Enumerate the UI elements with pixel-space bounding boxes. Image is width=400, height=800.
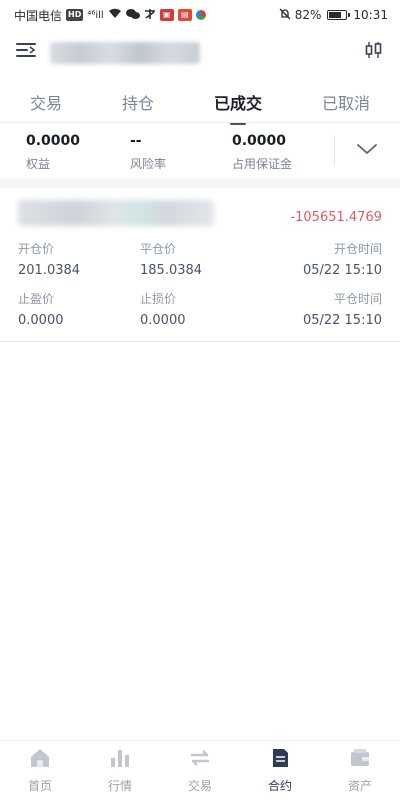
colorful-app-icon xyxy=(195,10,206,20)
nav-home-label: 首页 xyxy=(27,779,52,793)
open-price-label: 开仓价 xyxy=(18,242,55,256)
order-pnl: -105651.4769 xyxy=(290,210,382,225)
app-screen: 中国电信 HD ⁴⁶ill ▣ ▤ 82% 10:31 交易 持仓 已成交 已取… xyxy=(0,0,400,800)
close-price-value: 185.0384 xyxy=(140,263,203,278)
stop-loss-field: 止损价 0.0000 xyxy=(140,290,186,328)
tab-positions[interactable]: 持仓 xyxy=(118,84,158,120)
take-profit-value: 0.0000 xyxy=(18,313,64,328)
equity-label: 权益 xyxy=(26,157,51,171)
equity-value: 0.0000 xyxy=(26,133,81,149)
open-time-field: 开仓时间 05/22 15:10 xyxy=(303,240,382,278)
take-profit-field: 止盈价 0.0000 xyxy=(18,290,64,328)
contract-title-redacted xyxy=(50,42,200,64)
clock-time: 10:31 xyxy=(353,8,388,22)
hd-badge: HD xyxy=(66,9,84,21)
stop-loss-value: 0.0000 xyxy=(140,313,186,328)
margin-used-label: 占用保证金 xyxy=(232,157,293,171)
open-time-value: 05/22 15:10 xyxy=(302,263,382,278)
close-time-value: 05/22 15:10 xyxy=(302,313,382,328)
red-app-icon-2: ▤ xyxy=(177,9,192,21)
order-symbol-redacted xyxy=(18,200,214,226)
app-notify-icon xyxy=(144,8,156,23)
candlestick-chart-icon[interactable] xyxy=(364,40,384,64)
close-time-label: 平仓时间 xyxy=(333,292,382,306)
mute-icon xyxy=(279,8,291,23)
nav-market[interactable]: 行情 xyxy=(80,747,160,794)
margin-used-block: 0.0000 占用保证金 xyxy=(232,133,292,172)
open-time-label: 开仓时间 xyxy=(333,242,382,256)
open-price-field: 开仓价 201.0384 xyxy=(18,240,80,278)
chevron-down-icon[interactable] xyxy=(356,141,378,160)
nav-market-label: 行情 xyxy=(107,779,132,793)
margin-used-value: 0.0000 xyxy=(232,133,287,149)
nav-home[interactable]: 首页 xyxy=(0,747,80,794)
tab-filled[interactable]: 已成交 xyxy=(210,84,266,120)
nav-contract[interactable]: 合约 xyxy=(240,747,320,794)
swap-icon xyxy=(189,747,211,773)
wifi-icon xyxy=(108,8,122,22)
wallet-icon xyxy=(349,747,371,773)
carrier-text: 中国电信 xyxy=(14,8,63,23)
signal-icon: ⁴⁶ill xyxy=(87,9,104,21)
section-gap xyxy=(0,178,400,188)
battery-icon xyxy=(327,10,351,20)
summary-divider xyxy=(334,135,335,165)
red-app-icon: ▣ xyxy=(159,9,174,21)
close-price-label: 平仓价 xyxy=(140,242,177,256)
close-time-field: 平仓时间 05/22 15:10 xyxy=(303,290,382,328)
nav-assets-label: 资产 xyxy=(347,779,372,793)
risk-rate-block: -- 风险率 xyxy=(130,133,166,172)
status-bar: 中国电信 HD ⁴⁶ill ▣ ▤ 82% 10:31 xyxy=(0,0,400,30)
account-summary: 0.0000 权益 -- 风险率 0.0000 占用保证金 xyxy=(0,122,400,178)
nav-assets[interactable]: 资产 xyxy=(320,747,400,794)
nav-trade-label: 交易 xyxy=(187,779,212,793)
home-icon xyxy=(29,747,51,773)
stop-loss-label: 止损价 xyxy=(140,292,177,306)
menu-icon[interactable] xyxy=(16,42,36,62)
battery-percent: 82% xyxy=(294,8,322,22)
contract-icon xyxy=(269,747,291,773)
risk-rate-label: 风险率 xyxy=(130,157,167,171)
close-price-field: 平仓价 185.0384 xyxy=(140,240,202,278)
bottom-nav: 首页 行情 交易 合约 资产 xyxy=(0,740,400,800)
wechat-icon xyxy=(125,8,140,23)
tab-trade[interactable]: 交易 xyxy=(26,84,66,120)
risk-rate-value: -- xyxy=(130,133,142,149)
equity-block: 0.0000 权益 xyxy=(26,133,80,172)
take-profit-label: 止盈价 xyxy=(18,292,55,306)
filled-order-card[interactable]: -105651.4769 开仓价 201.0384 平仓价 185.0384 开… xyxy=(0,188,400,342)
order-tabs: 交易 持仓 已成交 已取消 xyxy=(0,82,400,122)
open-price-value: 201.0384 xyxy=(18,263,81,278)
nav-trade[interactable]: 交易 xyxy=(160,747,240,794)
nav-contract-label: 合约 xyxy=(267,779,292,793)
chart-bars-icon xyxy=(109,747,131,773)
tab-cancelled[interactable]: 已取消 xyxy=(318,84,374,120)
header-bar xyxy=(0,30,400,74)
